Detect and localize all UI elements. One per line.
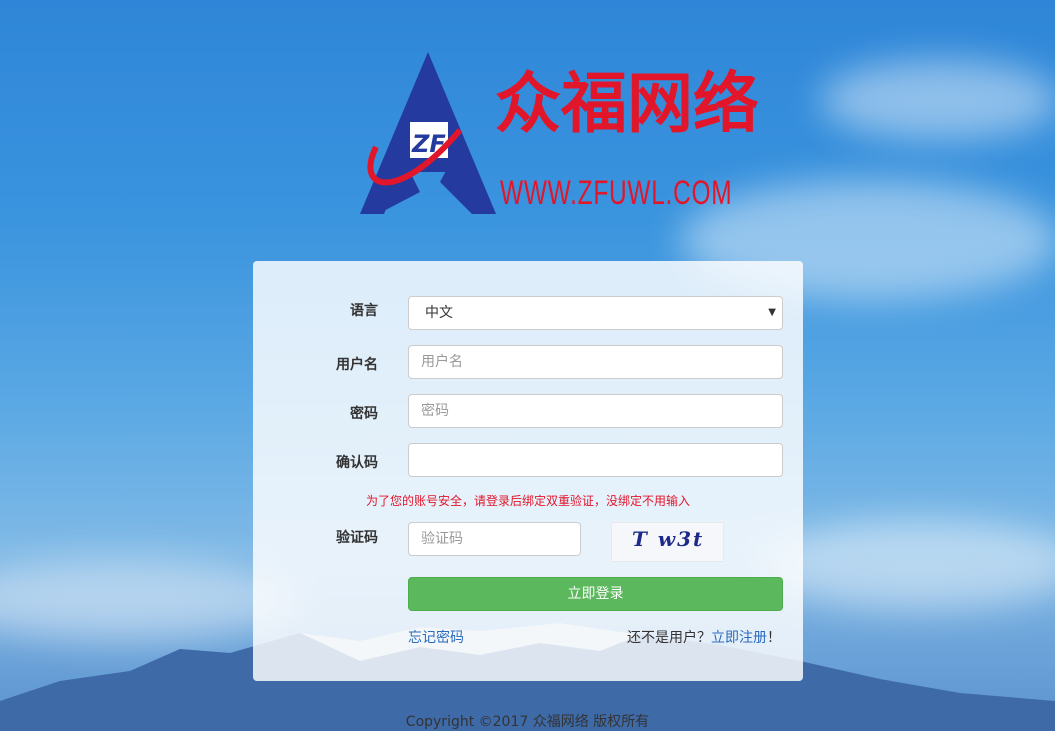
captcha-input[interactable] [408,522,581,556]
language-label: 语言 [350,303,378,319]
username-input[interactable] [408,345,783,379]
register-prompt: 还不是用户？ [627,630,711,646]
brand-url: WWW.ZFUWL.COM [500,174,733,212]
register-line: 还不是用户？立即注册！ [627,627,781,647]
login-page: ZF 众福网络 WWW.ZFUWL.COM 语言 中文 ▼ 用户名 密码 确认码… [0,0,1055,731]
register-suffix: ！ [767,630,781,646]
captcha-text: T w3t [632,527,705,551]
chevron-down-icon: ▼ [768,307,776,318]
password-input[interactable] [408,394,783,428]
password-label: 密码 [350,406,378,422]
captcha-image[interactable]: T w3t [611,522,724,562]
captcha-label: 验证码 [336,530,378,546]
brand-logo: ZF 众福网络 WWW.ZFUWL.COM [360,52,759,222]
login-form: 语言 中文 ▼ 用户名 密码 确认码 为了您的账号安全，请登录后绑定双重验证，没… [253,261,803,681]
background-cloud [760,520,1055,610]
language-select[interactable]: 中文 ▼ [408,296,783,330]
forgot-password-link[interactable]: 忘记密码 [408,627,464,647]
register-link[interactable]: 立即注册 [711,630,767,646]
logo-emblem-icon: ZF [360,52,496,214]
background-cloud [820,60,1055,140]
confirm-code-input[interactable] [408,443,783,477]
two-factor-notice: 为了您的账号安全，请登录后绑定双重验证，没绑定不用输入 [365,494,690,508]
confirm-code-label: 确认码 [336,455,378,471]
brand-name: 众福网络 [495,65,759,142]
login-button[interactable]: 立即登录 [408,577,783,611]
username-label: 用户名 [336,357,378,373]
footer-copyright: Copyright ©2017 众福网络 版权所有 [405,714,650,730]
language-selected-value: 中文 [425,305,453,321]
